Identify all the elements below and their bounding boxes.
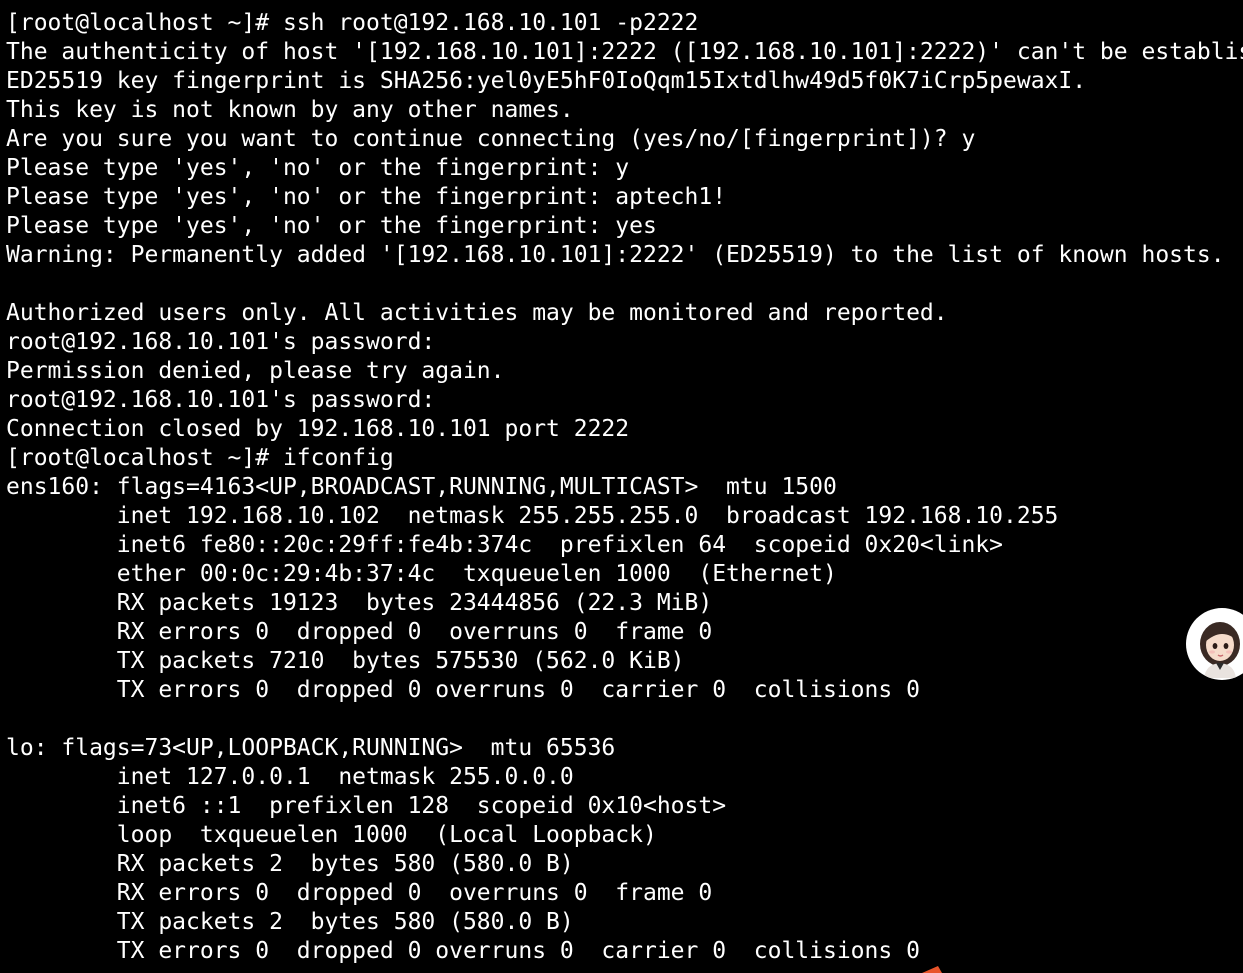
terminal-line: RX errors 0 dropped 0 overruns 0 frame 0 — [6, 619, 713, 645]
terminal-line: Are you sure you want to continue connec… — [6, 126, 976, 152]
terminal-line: TX errors 0 dropped 0 overruns 0 carrier… — [6, 677, 920, 703]
terminal-line: ED25519 key fingerprint is SHA256:yel0yE… — [6, 68, 1087, 94]
terminal-line: root@192.168.10.101's password: — [6, 387, 436, 413]
terminal-line: Connection closed by 192.168.10.101 port… — [6, 416, 630, 442]
terminal-line: RX errors 0 dropped 0 overruns 0 frame 0 — [6, 880, 713, 906]
terminal-line: ens160: flags=4163<UP,BROADCAST,RUNNING,… — [6, 474, 837, 500]
terminal-line: Warning: Permanently added '[192.168.10.… — [6, 242, 1225, 268]
terminal-line: ether 00:0c:29:4b:37:4c txqueuelen 1000 … — [6, 561, 837, 587]
terminal-window[interactable]: [root@localhost ~]# ssh root@192.168.10.… — [0, 0, 1243, 973]
terminal-line: [root@localhost ~]# ssh root@192.168.10.… — [6, 10, 699, 36]
terminal-line: Please type 'yes', 'no' or the fingerpri… — [6, 184, 727, 210]
terminal-line: inet 192.168.10.102 netmask 255.255.255.… — [6, 503, 1059, 529]
terminal-line: Please type 'yes', 'no' or the fingerpri… — [6, 155, 630, 181]
terminal-line: Authorized users only. All activities ma… — [6, 300, 948, 326]
terminal-line: inet 127.0.0.1 netmask 255.0.0.0 — [6, 764, 574, 790]
terminal-line: RX packets 2 bytes 580 (580.0 B) — [6, 851, 574, 877]
terminal-line: Please type 'yes', 'no' or the fingerpri… — [6, 213, 657, 239]
terminal-line: Permission denied, please try again. — [6, 358, 505, 384]
terminal-line: inet6 ::1 prefixlen 128 scopeid 0x10<hos… — [6, 793, 727, 819]
mouse-cursor-icon — [922, 966, 942, 973]
terminal-line: [root@localhost ~]# ifconfig — [6, 445, 394, 471]
terminal-line: The authenticity of host '[192.168.10.10… — [6, 39, 1243, 65]
terminal-line: root@192.168.10.101's password: — [6, 329, 436, 355]
terminal-line: This key is not known by any other names… — [6, 97, 574, 123]
terminal-line: TX packets 7210 bytes 575530 (562.0 KiB) — [6, 648, 685, 674]
terminal-line: lo: flags=73<UP,LOOPBACK,RUNNING> mtu 65… — [6, 735, 616, 761]
terminal-line: TX packets 2 bytes 580 (580.0 B) — [6, 909, 574, 935]
terminal-line: inet6 fe80::20c:29ff:fe4b:374c prefixlen… — [6, 532, 1003, 558]
terminal-line: RX packets 19123 bytes 23444856 (22.3 Mi… — [6, 590, 713, 616]
terminal-line: loop txqueuelen 1000 (Local Loopback) — [6, 822, 657, 848]
terminal-line: TX errors 0 dropped 0 overruns 0 carrier… — [6, 938, 920, 964]
